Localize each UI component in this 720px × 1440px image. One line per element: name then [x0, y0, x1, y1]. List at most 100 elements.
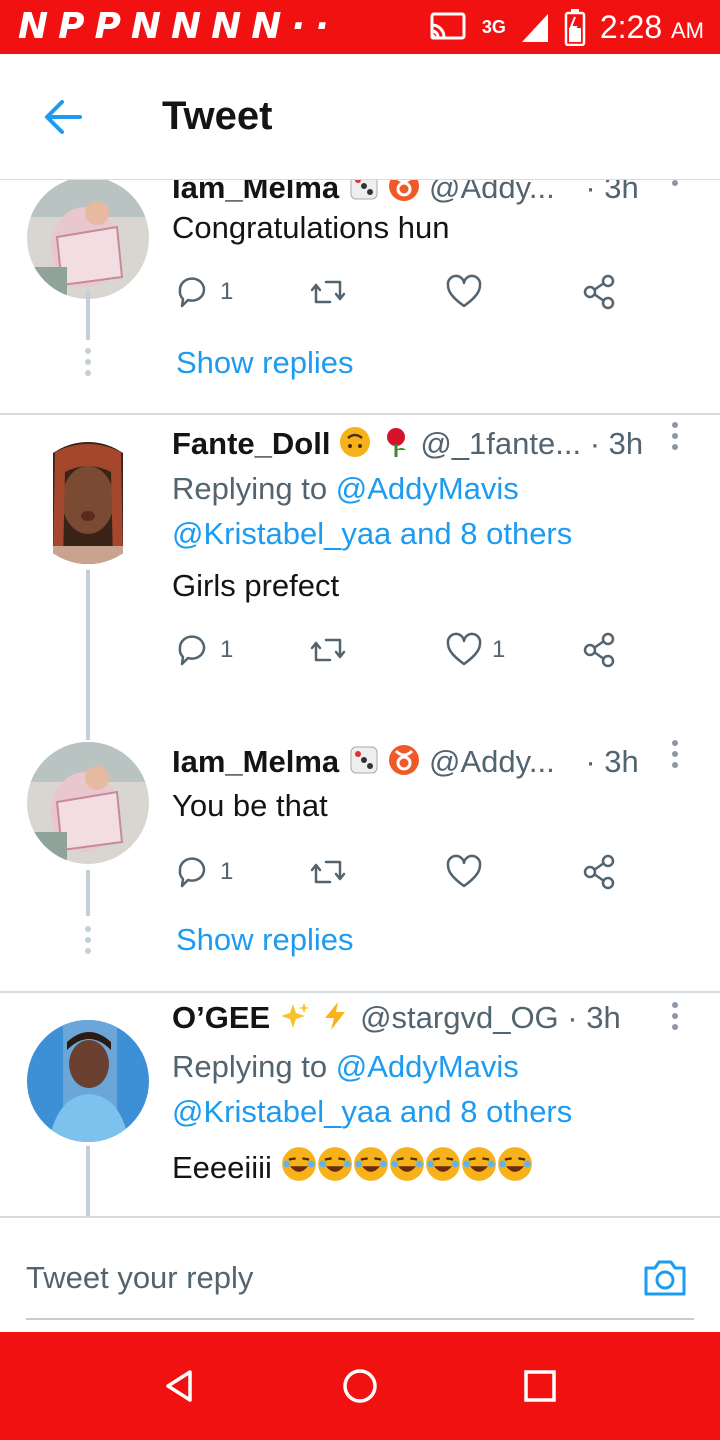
like-button[interactable] — [444, 270, 492, 314]
replying-user-link[interactable]: @AddyMavis — [336, 471, 519, 506]
system-nav-bar — [0, 1332, 720, 1440]
retweet-button[interactable] — [308, 850, 348, 894]
avatar[interactable] — [27, 442, 149, 564]
back-arrow-icon[interactable] — [40, 94, 86, 140]
upside-down-face-emoji — [340, 427, 371, 457]
display-name[interactable]: Iam_Melma — [172, 744, 339, 779]
share-button[interactable] — [580, 270, 620, 314]
reply-input[interactable] — [26, 1238, 694, 1320]
thread-line — [86, 290, 90, 340]
display-name[interactable]: Iam_Melma — [172, 180, 339, 205]
timestamp: · 3h — [589, 426, 644, 461]
retweet-icon — [310, 638, 346, 662]
tweet-header: Fante_Doll @_1fante... · 3h — [172, 426, 643, 462]
thread-line — [86, 1146, 90, 1216]
timestamp: · 3h — [567, 1000, 621, 1035]
divider — [0, 413, 720, 415]
reply-icon — [178, 635, 206, 666]
show-replies-link[interactable]: Show replies — [176, 345, 353, 381]
share-icon — [583, 632, 615, 668]
tweet-actions: 1 1 — [172, 628, 632, 672]
tweet-text: Eeeeiiii — [172, 1146, 533, 1186]
share-button[interactable] — [580, 850, 620, 894]
retweet-button[interactable] — [308, 628, 348, 672]
handle[interactable]: @Addy... — [429, 180, 555, 205]
thread-gap — [84, 348, 92, 381]
nav-recents-icon[interactable] — [520, 1366, 560, 1406]
display-name[interactable]: O’GEE — [172, 1000, 270, 1035]
clock: 2:28 AM — [599, 8, 704, 45]
more-icon[interactable] — [672, 1002, 680, 1035]
avatar[interactable] — [27, 180, 149, 299]
cast-icon — [430, 12, 466, 40]
tweet-header: Iam_Melma @Addy... · 3h — [172, 180, 639, 206]
reply-feed[interactable]: Iam_Melma @Addy... · 3h Congratulations … — [0, 180, 720, 1216]
avatar[interactable] — [27, 1020, 149, 1142]
tweet-text: You be that — [172, 788, 328, 823]
nav-back-icon[interactable] — [160, 1366, 200, 1406]
share-button[interactable] — [580, 628, 620, 672]
die-emoji — [350, 746, 378, 774]
reply-button[interactable]: 1 — [172, 628, 233, 672]
reply-icon — [178, 277, 206, 308]
like-count: 1 — [492, 636, 506, 663]
like-icon — [446, 854, 482, 888]
tweet-text: Girls prefect — [172, 568, 340, 603]
more-icon[interactable] — [672, 422, 680, 455]
camera-icon[interactable] — [640, 1252, 690, 1302]
thread-line — [86, 570, 90, 740]
like-icon — [446, 274, 482, 308]
thread-gap — [84, 926, 92, 959]
tweet-header: Iam_Melma @Addy... · 3h — [172, 744, 639, 780]
replying-others-link[interactable]: @Kristabel_yaa and 8 others — [172, 1094, 572, 1129]
replying-others-link[interactable]: @Kristabel_yaa and 8 others — [172, 516, 572, 551]
taurus-emoji — [389, 180, 420, 201]
handle[interactable]: @Addy... — [429, 744, 555, 779]
rose-emoji — [386, 428, 406, 457]
reply-icon — [178, 857, 206, 888]
die-emoji — [350, 180, 378, 200]
retweet-icon — [310, 860, 346, 884]
signal-icon — [521, 14, 548, 42]
replying-to: Replying to @AddyMavis @Kristabel_yaa an… — [172, 1049, 573, 1129]
page-title: Tweet — [162, 94, 273, 138]
taurus-emoji — [389, 745, 420, 775]
handle[interactable]: @stargvd_OG — [360, 1000, 559, 1035]
tweet-header: O’GEE @stargvd_OG · 3h — [172, 1000, 621, 1036]
reply-composer — [0, 1216, 720, 1332]
top-app-bar: Tweet — [0, 54, 720, 180]
handle[interactable]: @_1fante... — [420, 426, 581, 461]
reply-button[interactable]: 1 — [172, 270, 233, 314]
timestamp: · 3h — [585, 180, 639, 205]
tweet-actions: 1 — [172, 270, 632, 314]
replying-user-link[interactable]: @AddyMavis — [336, 1049, 519, 1084]
reply-count: 1 — [220, 858, 234, 885]
share-icon — [583, 854, 615, 890]
show-replies-link[interactable]: Show replies — [176, 922, 353, 958]
nav-home-icon[interactable] — [340, 1366, 380, 1406]
like-button[interactable] — [444, 850, 492, 894]
more-icon[interactable] — [672, 740, 680, 773]
like-icon — [446, 632, 482, 666]
battery-charging-icon — [564, 9, 586, 46]
like-button[interactable]: 1 — [444, 628, 505, 672]
tweet-actions: 1 — [172, 850, 632, 894]
timestamp: · 3h — [585, 744, 639, 779]
reply-button[interactable]: 1 — [172, 850, 233, 894]
thread-line — [86, 870, 90, 916]
lightning-emoji — [325, 1002, 346, 1030]
reply-count: 1 — [220, 278, 234, 305]
status-bar: NPPNNNN·· 3G 2:28 AM — [0, 0, 720, 54]
network-type: 3G — [481, 16, 506, 37]
divider — [0, 991, 720, 993]
notification-icons: NPPNNNN·· — [18, 6, 339, 47]
retweet-button[interactable] — [308, 270, 348, 314]
retweet-icon — [310, 280, 346, 304]
sparkles-emoji — [280, 1003, 309, 1028]
tweet-text: Congratulations hun — [172, 210, 450, 245]
avatar[interactable] — [27, 742, 149, 864]
reply-count: 1 — [220, 636, 234, 663]
display-name[interactable]: Fante_Doll — [172, 426, 330, 461]
more-icon[interactable] — [672, 180, 680, 191]
replying-to: Replying to @AddyMavis @Kristabel_yaa an… — [172, 471, 573, 551]
